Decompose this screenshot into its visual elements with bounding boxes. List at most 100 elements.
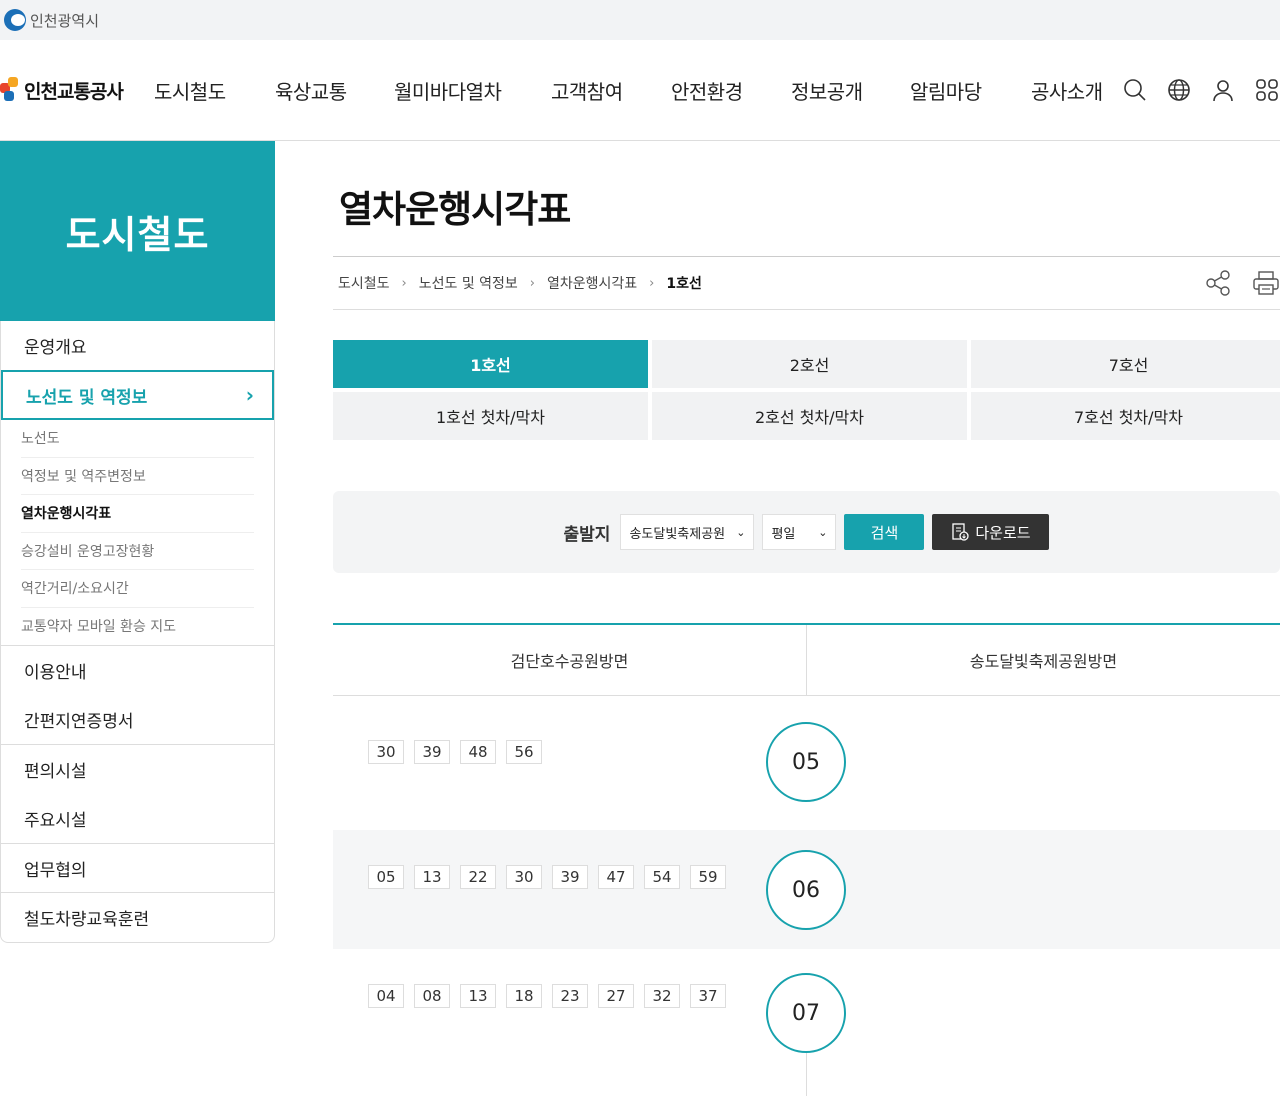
minute-cell: 32 [644, 984, 680, 1008]
minute-cell: 59 [690, 865, 726, 889]
sidebar-title: 도시철도 [65, 212, 210, 257]
global-navigation: 인천교통공사 도시철도 육상교통 월미바다열차 고객참여 안전환경 정보공개 알… [0, 40, 1280, 141]
sidebar-item-delay-cert[interactable]: 간편지연증명서 [1, 695, 274, 744]
city-logo-icon [4, 9, 26, 31]
minute-cell: 27 [598, 984, 634, 1008]
chevron-right-icon: › [401, 275, 407, 291]
minute-cell: 56 [506, 740, 542, 764]
station-select[interactable]: 송도달빛축제공원 ⌄ [620, 514, 755, 550]
sidebar-item-operation[interactable]: 운영개요 [1, 321, 274, 370]
chevron-right-icon: › [649, 275, 655, 291]
minute-cell: 47 [598, 865, 634, 889]
globe-icon[interactable] [1167, 78, 1191, 102]
brand-name: 인천교통공사 [24, 80, 124, 103]
city-name: 인천광역시 [30, 11, 100, 30]
submenu-item-distance[interactable]: 역간거리/소요시간 [21, 570, 254, 608]
tab-line-7-first-last[interactable]: 7호선 첫차/막차 [971, 392, 1280, 440]
menu-item-disclosure[interactable]: 정보공개 [791, 76, 863, 105]
share-icon[interactable] [1204, 269, 1232, 297]
departure-label: 출발지 [563, 524, 611, 545]
sidebar-item-training[interactable]: 철도차량교육훈련 [1, 893, 274, 942]
download-label: 다운로드 [975, 523, 1031, 542]
page-title: 열차운행시각표 [339, 188, 571, 231]
menu-item-wolmi-train[interactable]: 월미바다열차 [394, 76, 502, 105]
sidebar-nav: 운영개요 노선도 및 역정보 › 노선도 역정보 및 역주변정보 열차운행시각표… [0, 321, 275, 943]
user-icon[interactable] [1211, 78, 1235, 102]
table-row: 30 39 48 56 05 [333, 696, 1280, 830]
minute-cell: 30 [506, 865, 542, 889]
daytype-select-value: 평일 [771, 526, 796, 542]
minute-cell: 39 [552, 865, 588, 889]
minute-cell: 48 [460, 740, 496, 764]
line-tabs: 1호선 2호선 7호선 1호선 첫차/막차 2호선 첫차/막차 7호선 첫차/막… [333, 340, 1280, 444]
submenu-item-timetable[interactable]: 열차운행시각표 [21, 495, 254, 533]
breadcrumb: 도시철도 › 노선도 및 역정보 › 열차운행시각표 › 1호선 [333, 256, 1280, 310]
minute-cell: 30 [368, 740, 404, 764]
submenu-item-transfer-map[interactable]: 교통약자 모바일 환승 지도 [21, 608, 254, 646]
breadcrumb-item[interactable]: 열차운행시각표 [547, 273, 637, 293]
table-row: 04 08 13 18 23 27 32 37 07 [333, 949, 1280, 1053]
sidebar-submenu: 노선도 역정보 및 역주변정보 열차운행시각표 승강설비 운영고장현황 역간거리… [1, 420, 274, 646]
sidebar-group-usage: 이용안내 간편지연증명서 [1, 646, 274, 745]
minute-cell: 18 [506, 984, 542, 1008]
daytype-select[interactable]: 평일 ⌄ [762, 514, 837, 550]
brand-logo[interactable]: 인천교통공사 [0, 77, 140, 104]
hour-badge: 07 [766, 973, 846, 1053]
hour-badge: 06 [766, 850, 846, 930]
hour-badge: 05 [766, 722, 846, 802]
chevron-down-icon: ⌄ [736, 525, 746, 539]
tab-line-1-first-last[interactable]: 1호선 첫차/막차 [333, 392, 648, 440]
minute-cell: 37 [690, 984, 726, 1008]
table-row: 05 13 22 30 39 47 54 59 06 [333, 830, 1280, 949]
timetable-header: 검단호수공원방면 송도달빛축제공원방면 [333, 623, 1280, 696]
minute-list: 04 08 13 18 23 27 32 37 [368, 984, 738, 1008]
submenu-item-station-info[interactable]: 역정보 및 역주변정보 [21, 458, 254, 495]
minute-cell: 23 [552, 984, 588, 1008]
sidebar-item-guide[interactable]: 이용안내 [1, 646, 274, 695]
page-tools [1204, 269, 1280, 297]
tab-line-2[interactable]: 2호선 [652, 340, 967, 388]
timetable: 검단호수공원방면 송도달빛축제공원방면 30 39 48 56 05 05 13… [333, 623, 1280, 1096]
minute-cell: 13 [414, 865, 450, 889]
search-icon[interactable] [1123, 78, 1147, 102]
chevron-right-icon: › [529, 275, 535, 291]
sidebar-header: 도시철도 [0, 141, 275, 321]
col-header-left: 검단호수공원방면 [333, 625, 807, 695]
minute-cell: 54 [644, 865, 680, 889]
submenu-item-route-map[interactable]: 노선도 [21, 420, 254, 458]
breadcrumb-item[interactable]: 도시철도 [338, 273, 390, 293]
minute-list: 05 13 22 30 39 47 54 59 [368, 865, 738, 889]
breadcrumb-current: 1호선 [666, 276, 702, 292]
print-icon[interactable] [1252, 269, 1280, 297]
city-logo[interactable]: 인천광역시 [4, 9, 99, 31]
sidebar-item-major-facilities[interactable]: 주요시설 [1, 794, 274, 843]
tab-line-1[interactable]: 1호선 [333, 340, 648, 388]
breadcrumb-item[interactable]: 노선도 및 역정보 [419, 273, 518, 293]
station-select-value: 송도달빛축제공원 [629, 526, 726, 542]
sidebar-group-facilities: 편의시설 주요시설 [1, 745, 274, 844]
download-button[interactable]: 다운로드 [932, 514, 1050, 550]
tab-line-2-first-last[interactable]: 2호선 첫차/막차 [652, 392, 967, 440]
document-icon [952, 523, 969, 541]
all-menu-icon[interactable] [1255, 78, 1279, 102]
menu-item-urban-railway[interactable]: 도시철도 [154, 76, 226, 105]
col-header-right: 송도달빛축제공원방면 [969, 652, 1118, 671]
minute-cell: 05 [368, 865, 404, 889]
sidebar-item-route-station[interactable]: 노선도 및 역정보 › [1, 370, 274, 420]
menu-item-about[interactable]: 공사소개 [1031, 76, 1103, 105]
menu-item-customer[interactable]: 고객참여 [551, 76, 623, 105]
menu-item-land-transport[interactable]: 육상교통 [275, 76, 347, 105]
sidebar-item-label: 노선도 및 역정보 [26, 387, 148, 408]
menu-item-safety[interactable]: 안전환경 [671, 76, 743, 105]
tab-line-7[interactable]: 7호선 [971, 340, 1280, 388]
chevron-down-icon: ⌄ [818, 525, 828, 539]
sidebar-group-business: 업무협의 철도차량교육훈련 [1, 844, 274, 942]
submenu-item-elevator-status[interactable]: 승강설비 운영고장현황 [21, 533, 254, 570]
brand-logo-icon [0, 77, 20, 103]
sidebar-item-cooperation[interactable]: 업무협의 [1, 844, 274, 893]
sidebar-item-convenience[interactable]: 편의시설 [1, 745, 274, 794]
menu-item-notice[interactable]: 알림마당 [910, 76, 982, 105]
minute-list: 30 39 48 56 [368, 740, 738, 764]
minute-cell: 22 [460, 865, 496, 889]
search-button[interactable]: 검색 [844, 514, 925, 550]
